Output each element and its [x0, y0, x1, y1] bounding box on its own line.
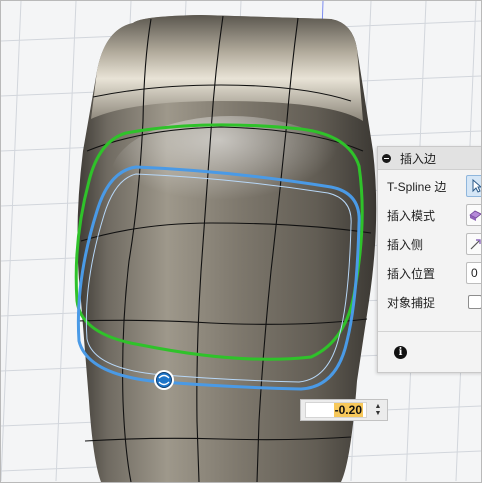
spinner-up-icon[interactable]: ▲ [373, 403, 383, 410]
row-insert-side: 插入侧 [387, 232, 423, 256]
drag-handle[interactable] [154, 370, 174, 390]
select-edge-button[interactable] [466, 175, 481, 197]
row-object-snap: 对象捕捉 [387, 290, 435, 314]
dialog-footer: i [378, 331, 481, 373]
insert-mode-label: 插入模式 [387, 208, 436, 223]
dialog-title: 插入边 [400, 151, 437, 166]
object-snap-label: 对象捕捉 [387, 295, 436, 310]
distance-value: -0.20 [333, 403, 363, 417]
row-insert-mode: 插入模式 [387, 203, 435, 227]
insert-position-label: 插入位置 [387, 266, 436, 281]
dialog-header[interactable]: 插入边 [378, 147, 481, 170]
row-insert-position: 插入位置 [387, 261, 435, 285]
spinner-down-icon[interactable]: ▼ [373, 410, 383, 417]
row-tspline-edge: T-Spline 边 [387, 174, 446, 198]
insert-position-input[interactable]: 0 [466, 262, 481, 284]
distance-spinner[interactable]: ▲ ▼ [373, 403, 383, 418]
collapse-icon[interactable] [382, 153, 391, 163]
tspline-edge-label: T-Spline 边 [387, 179, 447, 194]
info-icon[interactable]: i [394, 346, 407, 359]
insert-edge-dialog: 插入边 T-Spline 边 插入模式 插入侧 插入位置 0 对象捕捉 i [377, 146, 481, 373]
insert-side-dropdown[interactable] [466, 233, 481, 255]
side-icon [470, 239, 481, 250]
insert-mode-dropdown[interactable] [466, 204, 481, 226]
object-snap-checkbox[interactable] [468, 295, 481, 309]
mode-icon [469, 210, 481, 221]
distance-input[interactable]: -0.20 [305, 402, 367, 418]
insert-side-label: 插入侧 [387, 237, 424, 252]
viewport[interactable]: 插入边 T-Spline 边 插入模式 插入侧 插入位置 0 对象捕捉 i -0… [0, 0, 482, 483]
distance-input-box: -0.20 ▲ ▼ [300, 399, 388, 421]
select-cursor-icon [472, 178, 481, 193]
